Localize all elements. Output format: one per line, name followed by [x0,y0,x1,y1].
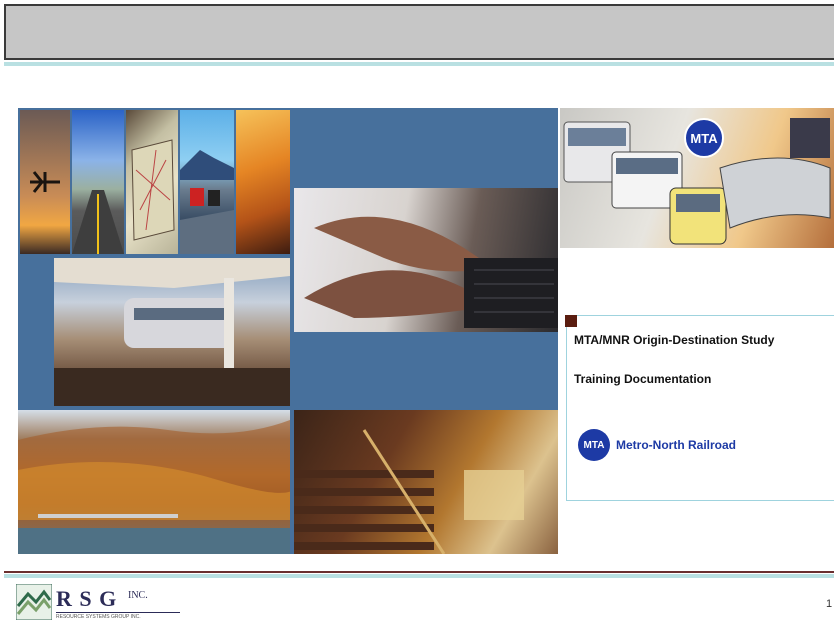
tunnel-photo [236,110,290,254]
keyboard-typing-photo [294,188,558,332]
slide-title: MTA/MNR Origin-Destination Study [574,333,775,347]
mta-circle-logo: MTA [578,429,610,461]
slide-subtitle: Training Documentation [574,372,712,386]
rsg-letters: R S G [56,586,118,611]
title-bullet-marker [565,315,577,327]
rsg-mountain-icon [16,584,52,620]
rsg-logo: R S G INC. RESOURCE SYSTEMS GROUP INC. [16,584,182,624]
grand-staircase-photo [294,410,558,554]
page-number: 1 [826,598,833,610]
airplane-icon [30,171,60,193]
gps-map-photo [126,110,178,254]
footer-divider-light [4,574,834,578]
staircase-icon [294,429,524,554]
map-icon [131,139,175,241]
keyboard-icon [304,216,558,328]
autumn-landscape-photo [18,410,290,554]
rsg-tagline: RESOURCE SYSTEMS GROUP INC. [56,614,141,620]
train-icon [54,258,290,406]
photo-collage [18,108,558,554]
mta-vehicles-collage: MTA [560,108,834,248]
airplane-photo [20,110,70,254]
motorcycles-photo [180,110,234,254]
road-icon [72,190,124,254]
slide: MTA MTA/MNR Origin-Destination Study Tra… [0,0,834,632]
footer-divider-dark [4,571,834,573]
motorcycle-icon [180,150,234,254]
header-divider [4,62,834,66]
header-band [4,4,834,60]
hills-icon [18,420,290,554]
rsg-suffix: INC. [128,590,148,601]
rsg-underline [56,612,180,613]
train-station-photo [54,258,290,406]
highway-photo [72,110,124,254]
metro-north-name: Metro-North Railroad [616,438,736,452]
mta-logo: MTA [684,118,724,158]
